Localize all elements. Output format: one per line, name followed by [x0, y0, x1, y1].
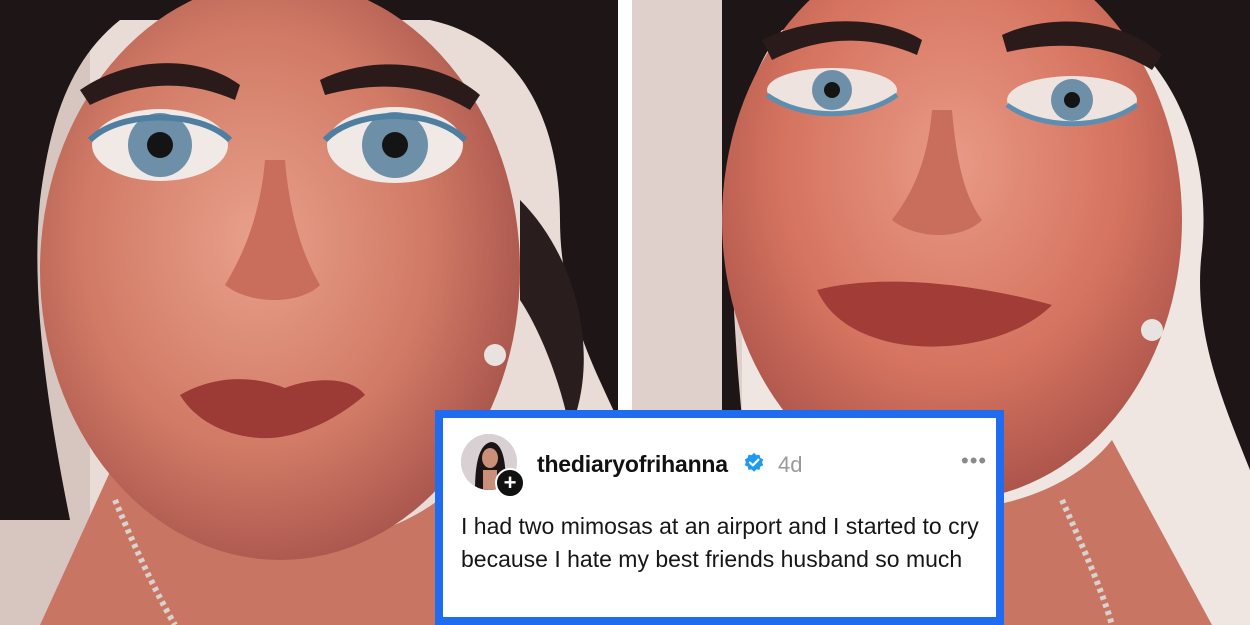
post-body-text: I had two mimosas at an airport and I st… — [461, 513, 979, 572]
meme-image: + thediaryofrihanna 4d ••• I had two mim… — [0, 0, 1250, 625]
post-timestamp: 4d — [778, 452, 803, 477]
follow-plus-icon[interactable]: + — [495, 468, 525, 498]
verified-badge-icon — [744, 452, 764, 472]
social-post-card: + thediaryofrihanna 4d ••• I had two mim… — [435, 410, 1004, 625]
more-options-icon[interactable]: ••• — [961, 448, 987, 474]
post-username[interactable]: thediaryofrihanna — [537, 451, 728, 478]
